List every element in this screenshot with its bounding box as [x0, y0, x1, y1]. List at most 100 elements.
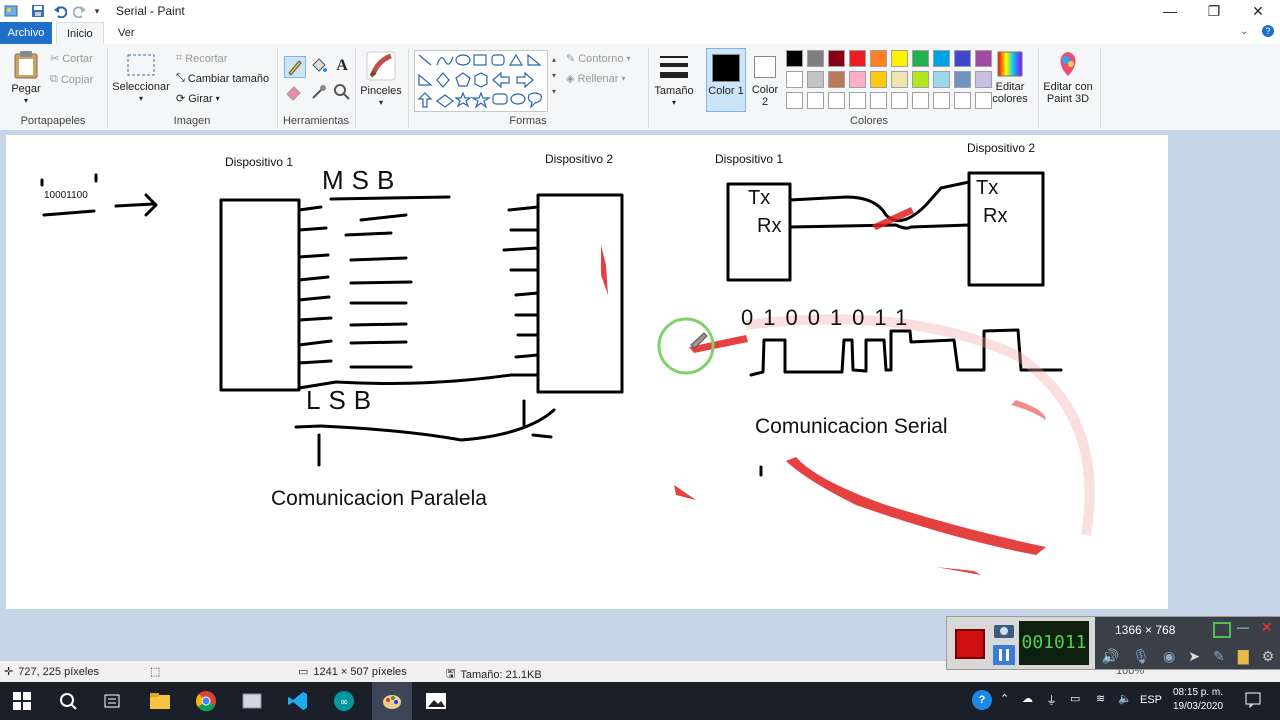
- palette-swatch[interactable]: [975, 50, 992, 67]
- palette-swatch[interactable]: [954, 92, 971, 109]
- chrome-icon[interactable]: [194, 689, 218, 713]
- palette-swatch[interactable]: [954, 71, 971, 88]
- help-icon[interactable]: ?: [1262, 25, 1274, 37]
- vscode-icon[interactable]: [286, 689, 310, 713]
- language-indicator[interactable]: ESP: [1140, 694, 1162, 706]
- tab-file[interactable]: Archivo: [0, 22, 52, 44]
- paste-button[interactable]: Pegar ▾: [8, 50, 44, 107]
- edit-colors-button[interactable]: Editar colores: [988, 50, 1032, 105]
- undo-icon[interactable]: [52, 3, 68, 19]
- palette-swatch[interactable]: [891, 92, 908, 109]
- settings-gear-icon[interactable]: ⚙: [1262, 648, 1275, 665]
- palette-swatch[interactable]: [912, 92, 929, 109]
- palette-swatch[interactable]: [933, 50, 950, 67]
- arduino-icon[interactable]: ∞: [332, 689, 356, 713]
- copy-button[interactable]: ⧉ Copiar: [50, 73, 93, 86]
- palette-swatch[interactable]: [828, 71, 845, 88]
- shapes-scroll[interactable]: ▴ ▾ ▾: [550, 52, 558, 102]
- palette-swatch[interactable]: [975, 71, 992, 88]
- minimize-recorder-icon[interactable]: —: [1237, 620, 1249, 634]
- palette-swatch[interactable]: [786, 50, 803, 67]
- paint-taskbar-icon[interactable]: [372, 682, 412, 720]
- shapes-gallery[interactable]: [414, 50, 548, 112]
- pause-button[interactable]: [993, 645, 1015, 665]
- usb-icon[interactable]: ⏚: [1046, 692, 1057, 708]
- fill-button[interactable]: ◈ Rellenar ▾: [566, 72, 625, 86]
- region-icon[interactable]: [1213, 622, 1231, 638]
- save-icon[interactable]: [30, 3, 46, 19]
- wifi-icon[interactable]: ≋: [1096, 692, 1105, 705]
- record-button[interactable]: [955, 629, 985, 659]
- fill-label: Rellenar: [577, 72, 619, 85]
- palette-swatch[interactable]: [891, 50, 908, 67]
- paint3d-button[interactable]: Editar con Paint 3D: [1040, 50, 1096, 105]
- pen-icon[interactable]: ✎: [1213, 648, 1225, 665]
- close-button[interactable]: ✕: [1236, 0, 1280, 22]
- palette-swatch[interactable]: [828, 50, 845, 67]
- resize-button[interactable]: ⤡ Cambiar tamaño: [176, 72, 269, 85]
- customize-qat-icon[interactable]: ▾: [92, 3, 102, 19]
- webcam-icon[interactable]: ◉: [1163, 648, 1175, 665]
- task-view-icon[interactable]: [100, 689, 124, 713]
- palette-swatch[interactable]: [807, 71, 824, 88]
- notifications-icon[interactable]: [1244, 690, 1262, 711]
- battery-icon[interactable]: ▭: [1070, 692, 1080, 705]
- file-explorer-icon[interactable]: [148, 689, 172, 713]
- snipping-tool-icon[interactable]: [240, 689, 264, 713]
- color-picker-tool[interactable]: [308, 82, 328, 102]
- camera-icon[interactable]: [993, 621, 1015, 639]
- palette-swatch[interactable]: [954, 50, 971, 67]
- pencil-tool[interactable]: [284, 56, 306, 78]
- size-button[interactable]: Tamaño ▾: [652, 52, 696, 109]
- palette-swatch[interactable]: [849, 50, 866, 67]
- palette-swatch[interactable]: [870, 71, 887, 88]
- speaker-icon[interactable]: 🔊: [1102, 648, 1119, 665]
- microphone-icon[interactable]: 🎙: [1132, 648, 1150, 665]
- palette-swatch[interactable]: [912, 50, 929, 67]
- palette-swatch[interactable]: [786, 92, 803, 109]
- palette-swatch[interactable]: [849, 92, 866, 109]
- crop-button[interactable]: ⌗ Recortar: [176, 52, 227, 65]
- fill-tool[interactable]: [308, 56, 328, 76]
- palette-swatch[interactable]: [975, 92, 992, 109]
- palette-swatch[interactable]: [870, 92, 887, 109]
- select-button[interactable]: Seleccionar ▾: [112, 52, 170, 105]
- search-icon[interactable]: [56, 689, 80, 713]
- clock[interactable]: 08:15 p. m. 19/03/2020: [1166, 686, 1230, 714]
- tab-view[interactable]: Ver: [108, 22, 145, 44]
- photos-icon[interactable]: [424, 689, 448, 713]
- collapse-ribbon-icon[interactable]: ⌄: [1240, 26, 1248, 37]
- minimize-button[interactable]: —: [1148, 0, 1192, 22]
- folder-icon[interactable]: ▇: [1238, 648, 1249, 665]
- color2-button[interactable]: Color 2: [748, 48, 782, 110]
- palette-swatch[interactable]: [912, 71, 929, 88]
- brushes-button[interactable]: Pinceles ▾: [360, 50, 402, 109]
- close-recorder-icon[interactable]: ✕: [1261, 619, 1273, 636]
- palette-swatch[interactable]: [849, 71, 866, 88]
- cursor-icon[interactable]: ➤: [1188, 648, 1200, 665]
- help-tray-icon[interactable]: ?: [972, 690, 992, 710]
- palette-swatch[interactable]: [870, 50, 887, 67]
- windows-start-icon[interactable]: [10, 689, 34, 713]
- cloud-icon[interactable]: ☁: [1022, 692, 1033, 705]
- outline-button[interactable]: ✎ Contorno ▾: [566, 52, 631, 66]
- maximize-button[interactable]: ❐: [1192, 0, 1236, 22]
- rotate-button[interactable]: ⟳ Girar ▾: [176, 92, 220, 106]
- volume-icon[interactable]: 🔈: [1118, 692, 1132, 705]
- palette-swatch[interactable]: [807, 50, 824, 67]
- cut-button[interactable]: ✂ Cortar: [50, 52, 93, 66]
- chevron-up-icon[interactable]: ⌃: [1000, 692, 1009, 705]
- drawing-canvas[interactable]: Dispositivo 1 Dispositivo 2 Dispositivo …: [6, 135, 1168, 609]
- palette-swatch[interactable]: [807, 92, 824, 109]
- palette-swatch[interactable]: [828, 92, 845, 109]
- eraser-tool[interactable]: [284, 82, 304, 102]
- palette-swatch[interactable]: [933, 92, 950, 109]
- magnifier-tool[interactable]: [332, 82, 352, 102]
- text-tool-icon[interactable]: A: [332, 56, 352, 76]
- palette-swatch[interactable]: [933, 71, 950, 88]
- palette-swatch[interactable]: [786, 71, 803, 88]
- tab-home[interactable]: Inicio: [56, 22, 104, 45]
- redo-icon[interactable]: [72, 3, 88, 19]
- palette-swatch[interactable]: [891, 71, 908, 88]
- color1-button[interactable]: Color 1: [706, 48, 746, 112]
